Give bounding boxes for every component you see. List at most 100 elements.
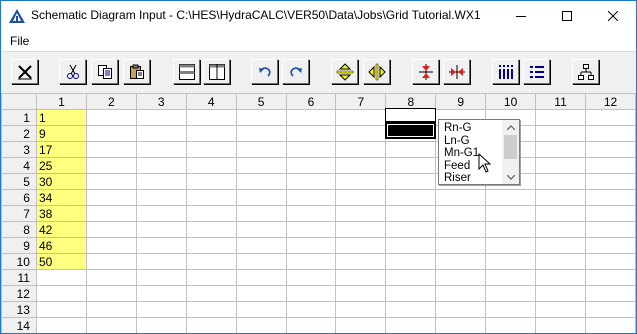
collapse-vertical-button[interactable]: [412, 59, 439, 84]
grid-cell[interactable]: [85, 109, 137, 126]
grid-cell[interactable]: [135, 301, 187, 318]
undo-button[interactable]: [251, 59, 278, 84]
redo-button[interactable]: [282, 59, 309, 84]
grid-cell[interactable]: [385, 269, 437, 286]
grid-cell[interactable]: [385, 285, 437, 302]
row-header-13[interactable]: 13: [1, 301, 37, 318]
split-horizontal-button[interactable]: [173, 59, 200, 84]
grid-cell[interactable]: [135, 109, 187, 126]
grid-cell[interactable]: [285, 109, 337, 126]
grid-cell[interactable]: [335, 189, 387, 206]
grid-cell[interactable]: [285, 221, 337, 238]
row-header-2[interactable]: 2: [1, 125, 37, 142]
grid-cell[interactable]: [335, 301, 387, 318]
grid-cell[interactable]: [385, 157, 437, 174]
grid-cell[interactable]: [285, 141, 337, 158]
grid-cell[interactable]: [584, 157, 636, 174]
grid-cell[interactable]: 25: [35, 157, 87, 174]
grid-cell[interactable]: [235, 301, 287, 318]
row-header-12[interactable]: 12: [1, 285, 37, 302]
grid-cell[interactable]: [285, 301, 337, 318]
grid-cell[interactable]: [135, 317, 187, 333]
grid-cell[interactable]: [135, 253, 187, 270]
cut-button[interactable]: [59, 59, 86, 84]
grid-cell[interactable]: [535, 269, 586, 286]
grid-cell[interactable]: [135, 269, 187, 286]
grid-cell[interactable]: [35, 317, 87, 333]
column-header-2[interactable]: 2: [85, 93, 137, 110]
grid-columns-button[interactable]: [492, 59, 519, 84]
minimize-button[interactable]: [498, 1, 544, 31]
grid-cell[interactable]: [235, 109, 287, 126]
grid-cell[interactable]: [535, 285, 586, 302]
list-item[interactable]: Ln-G: [439, 135, 501, 148]
row-header-14[interactable]: 14: [1, 317, 37, 333]
column-header-10[interactable]: 10: [485, 93, 537, 110]
grid-cell[interactable]: [385, 253, 437, 270]
grid-cell[interactable]: [235, 285, 287, 302]
expand-horizontal-button[interactable]: [363, 59, 390, 84]
grid-cell[interactable]: [85, 173, 137, 190]
grid-cell[interactable]: [85, 317, 137, 333]
grid-cell[interactable]: [285, 269, 337, 286]
grid-cell[interactable]: 9: [35, 125, 87, 142]
grid-cell[interactable]: [235, 189, 287, 206]
cell-editor-input[interactable]: [385, 108, 436, 122]
grid-cell[interactable]: [584, 285, 636, 302]
grid-cell[interactable]: [35, 285, 87, 302]
grid-cell[interactable]: [584, 189, 636, 206]
grid-cell[interactable]: [535, 109, 586, 126]
copy-button[interactable]: [91, 59, 118, 84]
row-header-5[interactable]: 5: [1, 173, 37, 190]
grid-cell[interactable]: [235, 221, 287, 238]
grid-cell[interactable]: [435, 285, 487, 302]
maximize-button[interactable]: [544, 1, 590, 31]
list-item[interactable]: Riser: [439, 172, 501, 185]
scroll-thumb[interactable]: [504, 135, 517, 159]
corner-cell[interactable]: [1, 93, 37, 110]
grid-cell[interactable]: [235, 237, 287, 254]
grid-cell[interactable]: [335, 125, 387, 142]
grid-cell[interactable]: [235, 141, 287, 158]
grid-cell[interactable]: [85, 157, 137, 174]
grid-cell[interactable]: [285, 173, 337, 190]
close-button[interactable]: [590, 1, 636, 31]
grid-cell[interactable]: [535, 317, 586, 333]
grid-cell[interactable]: [485, 189, 537, 206]
grid-cell[interactable]: [85, 189, 137, 206]
grid-cell[interactable]: [485, 205, 537, 222]
grid-cell[interactable]: [285, 237, 337, 254]
grid-cell[interactable]: [185, 141, 237, 158]
grid-cell[interactable]: [185, 253, 237, 270]
row-header-10[interactable]: 10: [1, 253, 37, 270]
grid-cell[interactable]: [335, 173, 387, 190]
grid-cell[interactable]: [535, 301, 586, 318]
grid-cell[interactable]: [285, 317, 337, 333]
grid-cell[interactable]: [285, 285, 337, 302]
row-header-11[interactable]: 11: [1, 269, 37, 286]
row-header-9[interactable]: 9: [1, 237, 37, 254]
grid-cell[interactable]: [135, 221, 187, 238]
grid-cell[interactable]: [535, 237, 586, 254]
grid-cell[interactable]: [485, 301, 537, 318]
grid-cell[interactable]: [535, 157, 586, 174]
row-header-6[interactable]: 6: [1, 189, 37, 206]
grid-cell[interactable]: [435, 189, 487, 206]
grid-cell[interactable]: [584, 109, 636, 126]
column-header-1[interactable]: 1: [35, 93, 87, 110]
grid-cell[interactable]: [85, 221, 137, 238]
grid-cell[interactable]: [584, 141, 636, 158]
grid-cell[interactable]: [185, 301, 237, 318]
grid-cell[interactable]: [185, 125, 237, 142]
grid-cell[interactable]: [335, 141, 387, 158]
grid-cell[interactable]: [185, 157, 237, 174]
grid-cell[interactable]: [435, 253, 487, 270]
grid-cell[interactable]: [385, 141, 437, 158]
grid-cell[interactable]: [584, 125, 636, 142]
grid-cell[interactable]: [285, 157, 337, 174]
expand-vertical-button[interactable]: [331, 59, 358, 84]
grid-cell[interactable]: [385, 221, 437, 238]
column-header-7[interactable]: 7: [335, 93, 387, 110]
grid-cell[interactable]: [185, 221, 237, 238]
grid-cell[interactable]: [584, 269, 636, 286]
